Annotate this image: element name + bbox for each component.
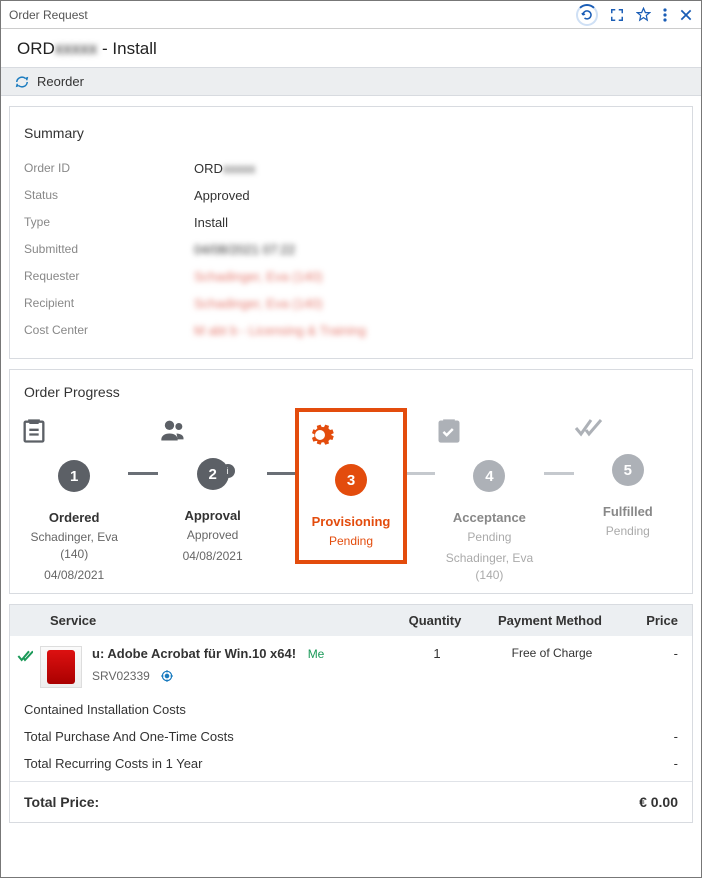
onetime-costs-row: Total Purchase And One-Time Costs- <box>10 723 692 750</box>
target-icon[interactable] <box>160 669 174 683</box>
clipboard-icon <box>20 416 128 446</box>
progress-heading: Order Progress <box>20 384 682 408</box>
checkmark-icon <box>10 646 40 662</box>
titlebar-actions <box>576 4 693 26</box>
step-sub1: Pending <box>305 533 397 550</box>
th-payment: Payment Method <box>480 613 620 628</box>
table-header: Service Quantity Payment Method Price <box>10 605 692 636</box>
page-title: ORDxxxxx - Install <box>17 39 685 59</box>
double-check-icon <box>574 416 682 440</box>
fullscreen-icon[interactable] <box>610 8 624 22</box>
service-code: SRV02339 <box>92 669 150 683</box>
step-title: Acceptance <box>435 510 543 525</box>
step-sub2: 04/08/2021 <box>158 548 266 565</box>
service-cell: u: Adobe Acrobat für Win.10 x64! Me SRV0… <box>92 646 392 683</box>
connector <box>267 472 297 475</box>
close-icon[interactable] <box>679 8 693 22</box>
gear-icon <box>305 420 397 450</box>
recurring-costs-row: Total Recurring Costs in 1 Year- <box>10 750 692 777</box>
recipient-value: Schadinger, Eva (140) <box>194 296 323 311</box>
step-sub2: 04/08/2021 <box>20 567 128 584</box>
service-thumbnail <box>40 646 82 688</box>
summary-card: Summary Order ID ORDxxxxx StatusApproved… <box>9 106 693 359</box>
people-icon <box>158 416 266 444</box>
order-id-label: Order ID <box>24 161 194 176</box>
th-quantity: Quantity <box>390 613 480 628</box>
step-sub1: Pending <box>435 529 543 546</box>
type-label: Type <box>24 215 194 230</box>
step-sub1: Approved <box>158 527 266 544</box>
progress-card: Order Progress 1 Ordered Schadinger, Eva… <box>9 369 693 594</box>
requester-value: Schadinger, Eva (140) <box>194 269 323 284</box>
quantity-value: 1 <box>392 646 482 661</box>
connector <box>405 472 435 475</box>
me-badge: Me <box>308 647 325 661</box>
submitted-value: 04/08/2021 07:22 <box>194 242 295 257</box>
step-title: Provisioning <box>305 514 397 529</box>
summary-heading: Summary <box>24 125 678 141</box>
page-header: ORDxxxxx - Install <box>1 29 701 67</box>
window-title: Order Request <box>9 8 88 22</box>
reorder-label: Reorder <box>37 74 84 89</box>
total-label: Total Price: <box>24 794 99 810</box>
service-code-row: SRV02339 <box>92 669 392 683</box>
service-name: u: Adobe Acrobat für Win.10 x64! Me <box>92 646 392 661</box>
step-title: Ordered <box>20 510 128 525</box>
step-number: 3 <box>335 464 367 496</box>
reorder-icon <box>15 75 29 89</box>
table-row: u: Adobe Acrobat für Win.10 x64! Me SRV0… <box>10 636 692 696</box>
step-number: 4 <box>473 460 505 492</box>
step-ordered: 1 Ordered Schadinger, Eva (140) 04/08/20… <box>20 416 128 583</box>
payment-value: Free of Charge <box>482 646 622 660</box>
recipient-label: Recipient <box>24 296 194 311</box>
costcenter-value: M abt b - Licensing & Training <box>194 323 366 338</box>
step-number: 5 <box>612 454 644 486</box>
th-price: Price <box>620 613 692 628</box>
connector <box>544 472 574 475</box>
step-acceptance: 4 Acceptance Pending Schadinger, Eva (14… <box>435 416 543 583</box>
step-approval: i 2 Approval Approved 04/08/2021 <box>158 416 266 565</box>
info-badge-icon[interactable]: i <box>221 464 235 478</box>
status-label: Status <box>24 188 194 203</box>
more-icon[interactable] <box>663 8 667 22</box>
total-value: € 0.00 <box>639 794 678 810</box>
order-request-window: Order Request ORDxxxxx - Install <box>0 0 702 878</box>
step-title: Fulfilled <box>574 504 682 519</box>
titlebar: Order Request <box>1 1 701 29</box>
status-value: Approved <box>194 188 250 203</box>
type-value: Install <box>194 215 228 230</box>
step-sub2: Schadinger, Eva (140) <box>435 550 543 584</box>
submitted-label: Submitted <box>24 242 194 257</box>
total-row: Total Price: € 0.00 <box>10 781 692 822</box>
star-icon[interactable] <box>636 7 651 22</box>
service-table: Service Quantity Payment Method Price u:… <box>9 604 693 823</box>
reorder-bar[interactable]: Reorder <box>1 67 701 96</box>
progress-steps: 1 Ordered Schadinger, Eva (140) 04/08/20… <box>20 408 682 583</box>
step-provisioning: 3 Provisioning Pending <box>297 416 405 556</box>
active-step-frame: 3 Provisioning Pending <box>295 408 407 564</box>
step-number: 1 <box>58 460 90 492</box>
requester-label: Requester <box>24 269 194 284</box>
step-title: Approval <box>158 508 266 523</box>
step-fulfilled: 5 Fulfilled Pending <box>574 416 682 540</box>
refresh-icon[interactable] <box>576 4 598 26</box>
price-value: - <box>622 646 692 661</box>
content: ORDxxxxx - Install Reorder Summary Order… <box>1 29 701 877</box>
check-clipboard-icon <box>435 416 543 446</box>
step-sub1: Pending <box>574 523 682 540</box>
contained-costs-row: Contained Installation Costs <box>10 696 692 723</box>
connector <box>128 472 158 475</box>
costcenter-label: Cost Center <box>24 323 194 338</box>
th-service: Service <box>10 613 390 628</box>
order-id-value: ORDxxxxx <box>194 161 255 176</box>
step-sub1: Schadinger, Eva (140) <box>20 529 128 563</box>
